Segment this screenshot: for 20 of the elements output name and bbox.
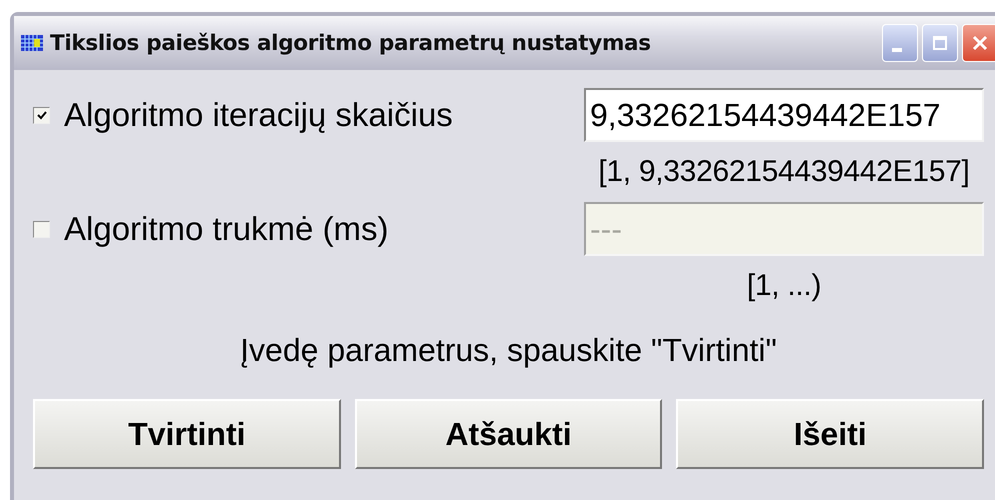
maximize-button[interactable] bbox=[922, 24, 958, 62]
instruction-text: Įvedę parametrus, spauskite "Tvirtinti" bbox=[239, 332, 778, 369]
checkmark-icon bbox=[36, 109, 48, 121]
checkbox-label: Algoritmo iteracijų skaičius bbox=[64, 96, 453, 134]
dialog-button[interactable]: Atšaukti bbox=[354, 399, 662, 469]
close-button[interactable] bbox=[962, 24, 995, 62]
minimize-icon bbox=[892, 48, 902, 52]
close-icon bbox=[970, 33, 990, 53]
checkbox[interactable] bbox=[33, 220, 50, 238]
minimize-button[interactable] bbox=[882, 24, 918, 62]
checkbox-label: Algoritmo trukmė (ms) bbox=[64, 210, 389, 248]
checkbox[interactable] bbox=[33, 106, 50, 124]
maximize-icon bbox=[930, 33, 950, 53]
dialog-button[interactable]: Išeiti bbox=[676, 399, 984, 469]
dialog-button[interactable]: Tvirtinti bbox=[33, 399, 341, 469]
range-text: [1, 9,33262154439442E157] bbox=[598, 155, 970, 189]
window-title: Tikslios paieškos algoritmo parametrų nustatymas bbox=[50, 30, 652, 56]
input-field[interactable]: 9,33262154439442E157 bbox=[584, 88, 984, 142]
grid-icon bbox=[20, 33, 44, 53]
range-text: [1, ...) bbox=[746, 269, 822, 303]
